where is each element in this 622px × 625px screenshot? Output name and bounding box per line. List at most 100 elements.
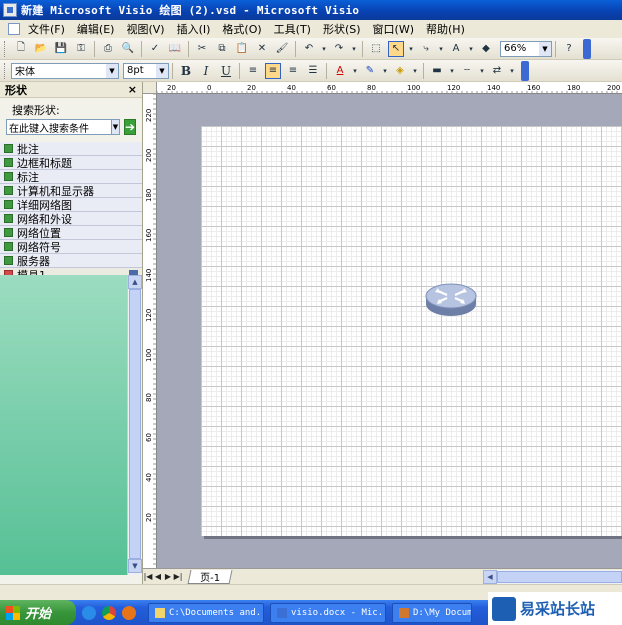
line-ends-icon[interactable]: ⇄: [489, 63, 505, 79]
chrome-icon[interactable]: [102, 605, 116, 620]
drawing-page[interactable]: [201, 126, 622, 536]
new-icon[interactable]: 🗋: [13, 41, 29, 57]
save-icon[interactable]: 💾: [53, 41, 69, 57]
router-icon[interactable]: [425, 282, 477, 320]
menu-help[interactable]: 帮助(H): [426, 21, 465, 37]
stamp-tool-icon[interactable]: ◆: [478, 41, 494, 57]
text-tool-icon[interactable]: A: [448, 41, 464, 57]
chevron-down-icon[interactable]: ▼: [106, 63, 118, 78]
font-select[interactable]: 宋体 ▼: [11, 62, 119, 79]
last-page-icon[interactable]: ▶|: [173, 572, 183, 581]
paste-icon[interactable]: 📋: [234, 41, 250, 57]
fill-color-dropdown-icon[interactable]: ▾: [412, 63, 418, 79]
print-icon[interactable]: ⎙: [100, 41, 116, 57]
menu-window[interactable]: 窗口(W): [373, 21, 414, 37]
italic-button[interactable]: I: [198, 63, 214, 79]
text-dropdown-icon[interactable]: ▾: [468, 41, 474, 57]
delete-icon[interactable]: ✕: [254, 41, 270, 57]
chevron-down-icon[interactable]: ▼: [112, 119, 120, 135]
scroll-thumb[interactable]: [497, 571, 622, 583]
zoom-select[interactable]: 66% ▼: [500, 40, 552, 57]
line-weight-icon[interactable]: ▬: [429, 63, 445, 79]
connector-tool-icon[interactable]: ⤷: [418, 41, 434, 57]
toolbar-grip[interactable]: [4, 40, 7, 57]
scroll-down-icon[interactable]: ▼: [128, 559, 142, 573]
print-preview-icon[interactable]: 🔍: [120, 41, 136, 57]
menu-edit[interactable]: 编辑(E): [77, 21, 115, 37]
shapes-window-icon[interactable]: ⬚: [368, 41, 384, 57]
line-color-dropdown-icon[interactable]: ▾: [382, 63, 388, 79]
redo-icon[interactable]: ↷: [331, 41, 347, 57]
ie-icon[interactable]: [82, 605, 96, 620]
undo-dropdown-icon[interactable]: ▾: [321, 41, 327, 57]
format-painter-icon[interactable]: 🖌: [274, 41, 290, 57]
stencil-icon: [4, 186, 13, 195]
connector-dropdown-icon[interactable]: ▾: [438, 41, 444, 57]
undo-icon[interactable]: ↶: [301, 41, 317, 57]
open-icon[interactable]: 📂: [33, 41, 49, 57]
browser-icon[interactable]: [122, 605, 136, 620]
pointer-dropdown-icon[interactable]: ▾: [408, 41, 414, 57]
line-weight-dropdown-icon[interactable]: ▾: [449, 63, 455, 79]
chevron-down-icon[interactable]: ▼: [539, 41, 551, 56]
panel-scrollbar[interactable]: ▲ ▼: [127, 275, 142, 575]
bold-button[interactable]: B: [178, 63, 194, 79]
help-icon[interactable]: ?: [561, 41, 577, 57]
scroll-thumb[interactable]: [129, 289, 141, 559]
justify-icon[interactable]: ☰: [305, 63, 321, 79]
document-icon[interactable]: [8, 23, 20, 35]
cut-icon[interactable]: ✂: [194, 41, 210, 57]
task-explorer[interactable]: C:\Documents and...: [148, 602, 264, 623]
page-tab[interactable]: 页-1: [187, 569, 233, 584]
menu-format[interactable]: 格式(O): [222, 21, 261, 37]
menu-file[interactable]: 文件(F): [28, 21, 65, 37]
pointer-tool-icon[interactable]: ↖: [388, 40, 404, 57]
scroll-left-icon[interactable]: ◀: [483, 570, 497, 584]
next-page-icon[interactable]: ▶: [163, 572, 173, 581]
drawing-canvas[interactable]: [157, 94, 622, 568]
task-word[interactable]: visio.docx - Mic...: [270, 602, 386, 623]
ruler-label: 80: [367, 84, 376, 92]
research-icon[interactable]: 📖: [167, 41, 183, 57]
redo-dropdown-icon[interactable]: ▾: [351, 41, 357, 57]
prev-page-icon[interactable]: ◀: [153, 572, 163, 581]
align-left-icon[interactable]: ≡: [245, 63, 261, 79]
first-page-icon[interactable]: |◀: [143, 572, 153, 581]
font-color-dropdown-icon[interactable]: ▾: [352, 63, 358, 79]
align-center-icon[interactable]: ≡: [265, 62, 281, 79]
menu-view[interactable]: 视图(V): [126, 21, 164, 37]
toolbar-options-icon[interactable]: [583, 38, 591, 59]
title-bar[interactable]: 新建 Microsoft Visio 绘图 (2).vsd - Microsof…: [0, 0, 622, 20]
menu-shape[interactable]: 形状(S): [323, 21, 361, 37]
fill-color-icon[interactable]: ◈: [392, 63, 408, 79]
toolbar-grip[interactable]: [4, 62, 7, 79]
ruler-corner[interactable]: [143, 82, 157, 94]
chevron-down-icon[interactable]: ▼: [156, 63, 168, 78]
spelling-icon[interactable]: ✓: [147, 41, 163, 57]
copy-icon[interactable]: ⧉: [214, 41, 230, 57]
close-icon[interactable]: ×: [128, 83, 137, 96]
search-go-button[interactable]: ➔: [123, 119, 136, 135]
align-right-icon[interactable]: ≡: [285, 63, 301, 79]
task-visio[interactable]: D:\My Documen...: [392, 602, 472, 623]
permission-icon[interactable]: ⚿: [73, 41, 89, 57]
font-size-select[interactable]: 8pt ▼: [123, 62, 169, 79]
font-color-icon[interactable]: A: [332, 63, 348, 79]
horizontal-ruler[interactable]: 20 0 20 40 60 80 100 120 140 160 180 200: [157, 82, 622, 94]
vertical-ruler-ticks: 220 200 180 160 140 120 100 80 60 40 20: [145, 94, 156, 565]
stencil-body[interactable]: [0, 275, 127, 575]
vertical-ruler[interactable]: 220 200 180 160 140 120 100 80 60 40 20: [143, 94, 157, 568]
visio-app-icon[interactable]: [3, 3, 17, 17]
underline-button[interactable]: U: [218, 63, 234, 79]
line-pattern-dropdown-icon[interactable]: ▾: [479, 63, 485, 79]
menu-insert[interactable]: 插入(I): [177, 21, 211, 37]
line-ends-dropdown-icon[interactable]: ▾: [509, 63, 515, 79]
line-color-icon[interactable]: ✎: [362, 63, 378, 79]
search-input[interactable]: [6, 119, 112, 135]
start-button[interactable]: 开始: [0, 600, 76, 625]
line-pattern-icon[interactable]: ┄: [459, 63, 475, 79]
horizontal-scrollbar[interactable]: ◀: [483, 570, 622, 584]
menu-tools[interactable]: 工具(T): [274, 21, 311, 37]
scroll-up-icon[interactable]: ▲: [128, 275, 142, 289]
toolbar-options-icon[interactable]: [521, 60, 529, 81]
